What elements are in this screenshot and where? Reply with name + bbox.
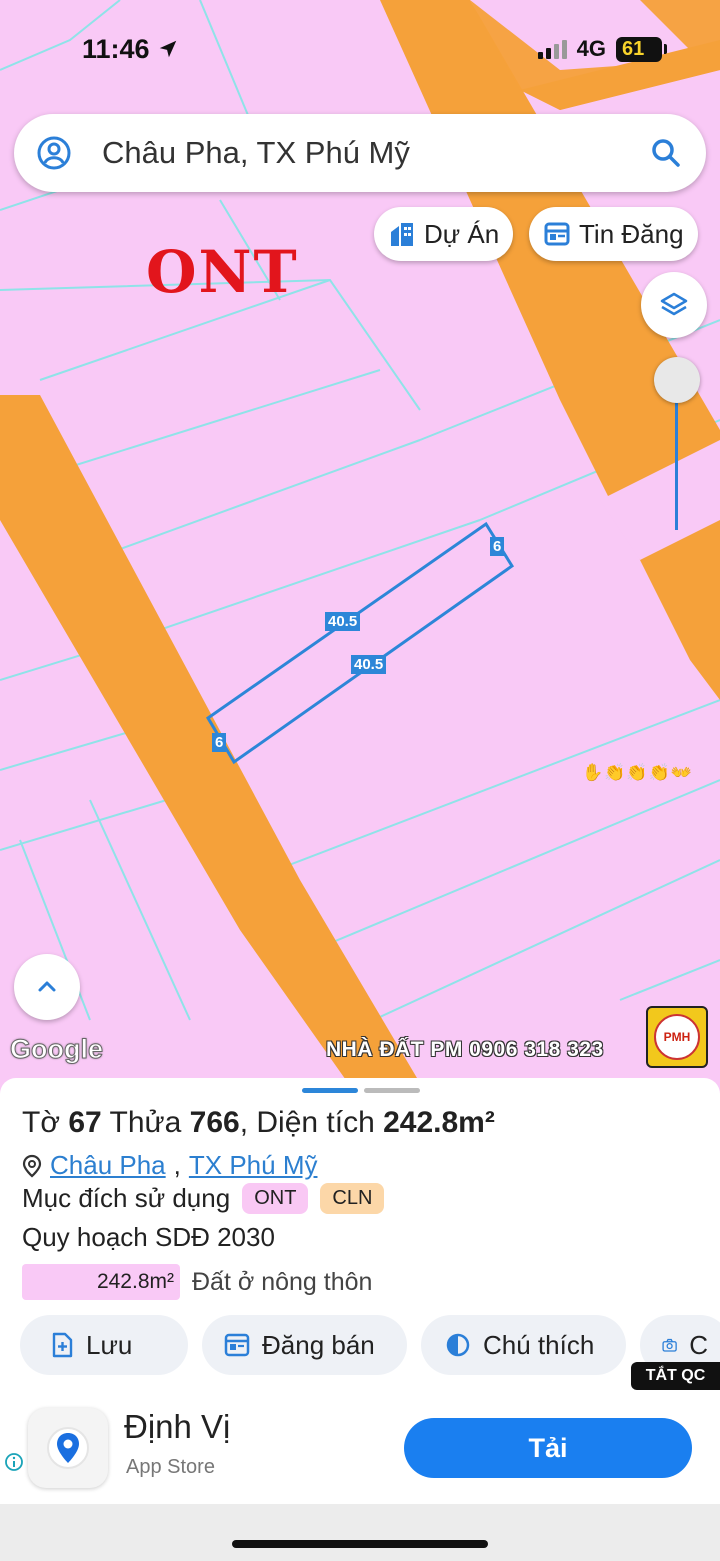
listings-chip[interactable]: Tin Đăng	[529, 207, 698, 261]
more-action-label: C	[689, 1329, 708, 1360]
legend-button-label: Chú thích	[483, 1329, 595, 1360]
expand-up-button[interactable]	[14, 954, 80, 1020]
parcel-title: Tờ 67 Thửa 766, Diện tích 242.8m²	[22, 1106, 495, 1139]
camera-icon	[662, 1338, 677, 1352]
search-icon[interactable]	[650, 137, 682, 169]
listings-chip-label: Tin Đăng	[579, 218, 684, 249]
plan-land-type: Đất ở nông thôn	[192, 1267, 373, 1296]
install-button[interactable]: Tải	[404, 1418, 692, 1478]
dimension-label-top: 40.5	[325, 612, 361, 631]
selected-parcel	[206, 521, 515, 765]
ad-app-name[interactable]: Định Vị	[124, 1408, 230, 1446]
save-doc-icon	[52, 1332, 73, 1358]
battery-icon: 61	[616, 36, 667, 62]
building-icon	[391, 223, 413, 246]
projects-chip-label: Dự Án	[424, 218, 500, 249]
home-indicator[interactable]	[232, 1540, 488, 1548]
map-view[interactable]: ONT 40.5 40.5 6 6 ✋👏👏👏👐 11:46 4G 61 Châu…	[0, 0, 720, 1100]
location-pin-icon	[47, 1427, 89, 1469]
post-sale-button-label: Đăng bán	[262, 1329, 375, 1360]
user-circle-icon[interactable]	[36, 135, 72, 171]
agency-logo: PMH	[646, 1006, 708, 1068]
info-icon[interactable]	[4, 1452, 24, 1472]
purpose-badge-cln: CLN	[320, 1182, 385, 1214]
layers-icon	[660, 292, 688, 316]
page-dot-active	[302, 1088, 358, 1093]
google-logo: Google	[10, 1034, 104, 1065]
land-use-purpose: Mục đích sử dụng ONT CLN	[22, 1182, 385, 1214]
post-sale-button[interactable]: Đăng bán	[202, 1315, 407, 1375]
purpose-label: Mục đích sử dụng	[22, 1182, 231, 1213]
zoom-slider-knob[interactable]	[654, 357, 700, 403]
sheet-page-indicator	[302, 1088, 420, 1093]
layers-button[interactable]	[641, 272, 707, 338]
save-button-label: Lưu	[86, 1329, 133, 1360]
listing-icon	[544, 222, 570, 246]
listing-icon	[224, 1333, 250, 1357]
app-icon[interactable]	[28, 1408, 108, 1488]
plan-area-row: 242.8m² Đất ở nông thôn	[22, 1264, 372, 1300]
search-input[interactable]: Châu Pha, TX Phú Mỹ	[102, 135, 650, 171]
parcel-location: Châu Pha, TX Phú Mỹ	[22, 1150, 317, 1181]
bottom-safe-area	[0, 1504, 720, 1561]
status-time: 11:46	[82, 34, 179, 65]
action-buttons: Lưu Đăng bán Chú thích C	[20, 1315, 720, 1375]
ad-store-label: App Store	[126, 1456, 215, 1478]
plan-heading: Quy hoạch SDĐ 2030	[22, 1222, 275, 1252]
map-pin-icon	[22, 1154, 42, 1177]
chevron-up-icon	[38, 981, 56, 992]
dimension-label-bottom: 40.5	[351, 655, 387, 674]
search-bar[interactable]: Châu Pha, TX Phú Mỹ	[14, 114, 706, 192]
agency-watermark: NHÀ ĐẤT PM 0906 318 323	[326, 1038, 604, 1061]
close-ads-button[interactable]: TẮT QC	[631, 1362, 720, 1390]
dimension-label-left: 6	[212, 733, 227, 752]
agency-logo-text: PMH	[654, 1014, 700, 1060]
contrast-icon	[446, 1333, 470, 1357]
cellular-signal-icon	[537, 39, 567, 59]
zone-label: ONT	[146, 238, 299, 306]
location-arrow-icon	[159, 40, 177, 58]
ad-banner[interactable]: Định Vị App Store Tải	[0, 1396, 720, 1504]
hand-emoji-row: ✋👏👏👏👐	[582, 763, 693, 782]
page-dot	[364, 1088, 420, 1093]
status-indicators: 4G 61	[537, 36, 667, 62]
legend-button[interactable]: Chú thích	[421, 1315, 626, 1375]
projects-chip[interactable]: Dự Án	[374, 207, 514, 261]
commune-link[interactable]: Châu Pha	[50, 1150, 166, 1181]
network-type: 4G	[576, 36, 606, 61]
plan-area-value: 242.8m²	[22, 1264, 180, 1300]
district-link[interactable]: TX Phú Mỹ	[189, 1150, 318, 1181]
purpose-badge-ont: ONT	[242, 1182, 309, 1214]
dimension-label-right: 6	[490, 537, 505, 556]
save-button[interactable]: Lưu	[20, 1315, 188, 1375]
